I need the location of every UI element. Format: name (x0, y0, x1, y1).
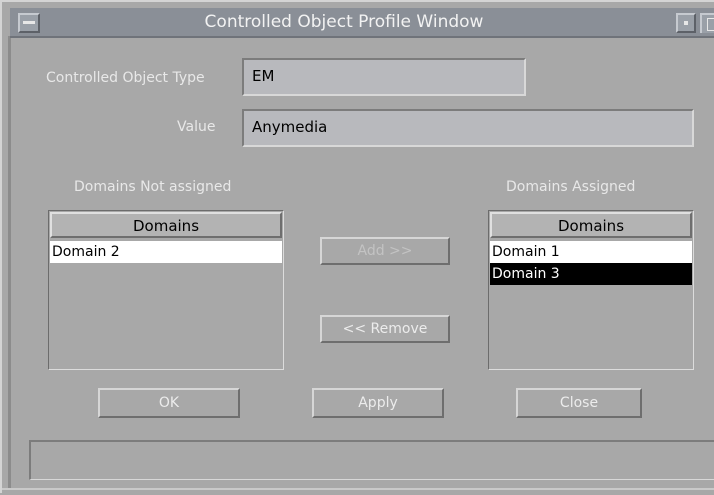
value-label: Value (177, 119, 216, 135)
ok-button[interactable]: OK (98, 388, 240, 418)
domains-column-header[interactable]: Domains (490, 212, 692, 238)
maximize-button[interactable] (700, 13, 714, 33)
domains-assigned-title: Domains Assigned (506, 179, 636, 195)
object-type-field[interactable]: EM (242, 58, 526, 96)
value-field[interactable]: Anymedia (242, 109, 694, 147)
window-bottom-frame[interactable] (2, 488, 714, 495)
close-button[interactable]: Close (516, 388, 642, 418)
title-bar[interactable]: Controlled Object Profile Window (10, 8, 714, 38)
window-title: Controlled Object Profile Window (204, 12, 484, 32)
list-item-selected[interactable]: Domain 3 (490, 263, 692, 285)
maximize-icon (707, 18, 714, 31)
remove-button[interactable]: << Remove (320, 315, 450, 343)
minimize-icon (684, 21, 688, 25)
list-item[interactable]: Domain 2 (50, 241, 282, 263)
object-type-label: Controlled Object Type (46, 70, 205, 86)
domains-not-assigned-title: Domains Not assigned (74, 179, 232, 195)
domains-assigned-list[interactable]: Domains Domain 1 Domain 3 (488, 210, 694, 370)
minimize-button[interactable] (676, 13, 696, 33)
list-item[interactable]: Domain 1 (490, 241, 692, 263)
window-menu-button[interactable] (18, 13, 40, 33)
domains-not-assigned-list[interactable]: Domains Domain 2 (48, 210, 284, 370)
apply-button[interactable]: Apply (312, 388, 444, 418)
status-bar (29, 440, 714, 480)
add-button[interactable]: Add >> (320, 237, 450, 265)
window-left-frame (8, 36, 11, 488)
controlled-object-profile-window: Controlled Object Profile Window Control… (0, 0, 714, 495)
domains-column-header[interactable]: Domains (50, 212, 282, 238)
window-menu-icon (23, 21, 35, 24)
